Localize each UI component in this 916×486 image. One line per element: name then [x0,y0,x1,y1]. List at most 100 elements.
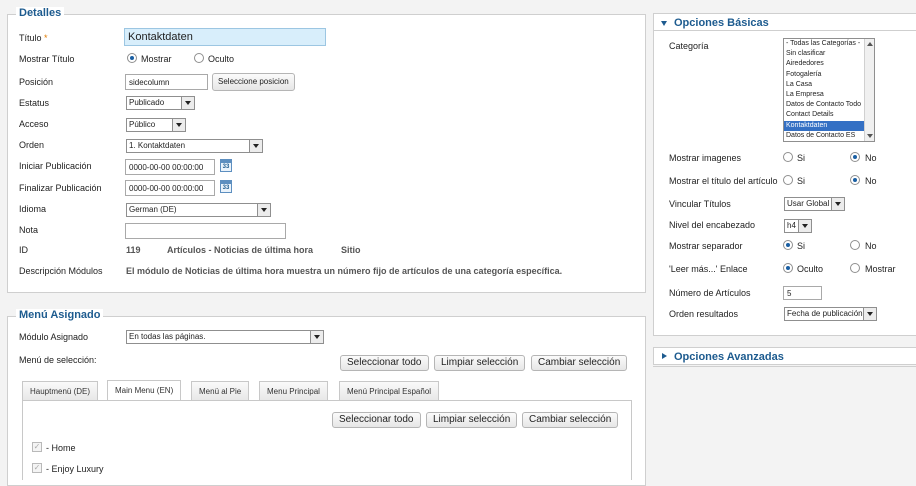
module-client: Sitio [341,245,361,255]
readmore-radio-hide[interactable] [783,263,793,273]
calendar-icon[interactable]: 33 [220,159,232,172]
category-option[interactable]: Airededores [784,59,874,69]
article-count-label: Número de Artículos [669,288,751,298]
menu-item-checkbox[interactable]: ✓ [32,442,42,452]
show-images-radio-yes[interactable] [783,152,793,162]
article-count-input[interactable]: 5 [783,286,822,300]
menu-item-checkbox[interactable]: ✓ [32,463,42,473]
category-option[interactable]: Fotogalería [784,70,874,80]
category-listbox[interactable]: - Todas las Categorías - Sin clasificar … [783,38,875,142]
show-separator-radio-yes[interactable] [783,240,793,250]
category-option[interactable]: - Todas las Categorías - [784,39,874,49]
show-separator-radio-no[interactable] [850,240,860,250]
basic-options-heading[interactable]: Opciones Básicas [653,13,916,31]
show-images-radio-no[interactable] [850,152,860,162]
show-title-label: Mostrar Título [19,54,75,64]
toggle-selection-button[interactable]: Cambiar selección [531,355,628,371]
readmore-label: 'Leer más...' Enlace [669,264,748,274]
show-separator-label: Mostrar separador [669,241,743,251]
tab-hauptmenu[interactable]: Hauptmenü (DE) [22,381,99,400]
category-option[interactable]: Datos de Contacto Todo [784,100,874,110]
category-option[interactable]: La Casa [784,80,874,90]
show-separator-option-yes: Si [797,241,806,251]
note-input[interactable] [125,223,286,239]
tab-menu-principal[interactable]: Menu Principal [259,381,328,400]
publish-down-input[interactable]: 0000-00-00 00:00:00 [125,180,215,196]
category-option[interactable]: Datos de Contacto ES [784,131,874,141]
readmore-option-show: Mostrar [865,264,896,274]
tab-clear-selection-button[interactable]: Limpiar selección [426,412,518,428]
title-input[interactable]: Kontaktdaten [124,28,326,46]
language-value: German (DE) [129,205,177,214]
ordering-value: Fecha de publicación [787,309,863,318]
publish-up-input[interactable]: 0000-00-00 00:00:00 [125,159,215,175]
chevron-down-icon [172,119,185,131]
order-select[interactable]: 1. Kontaktdaten [126,139,263,153]
module-type: Artículos - Noticias de última hora [167,245,314,255]
show-title-option-show: Mostrar [141,54,172,64]
menu-item-label: - Enjoy Luxury [46,464,104,474]
category-option[interactable]: Sin clasificar [784,49,874,59]
assigned-label: Módulo Asignado [19,332,89,342]
assigned-value: En todas las páginas. [129,332,206,341]
clear-selection-button[interactable]: Limpiar selección [434,355,526,371]
show-article-title-radio-yes[interactable] [783,175,793,185]
select-all-button[interactable]: Seleccionar todo [340,355,429,371]
note-label: Nota [19,225,39,235]
category-option[interactable]: La Empresa [784,90,874,100]
link-titles-value: Usar Global [787,199,830,208]
tab-menu-principal-espanol[interactable]: Menú Principal Español [339,381,440,400]
link-titles-label: Vincular Títulos [669,199,731,209]
status-value: Publicado [129,98,165,107]
details-fieldset [7,14,646,293]
header-level-label: Nivel del encabezado [669,220,756,230]
access-select[interactable]: Público [126,118,186,132]
show-article-title-label: Mostrar el título del artículo [669,176,778,186]
description-value: El módulo de Noticias de última hora mue… [126,266,563,276]
show-images-option-yes: Si [797,153,806,163]
tab-toggle-selection-button[interactable]: Cambiar selección [522,412,619,428]
menu-assignment-legend: Menú Asignado [16,309,104,321]
publish-down-label: Finalizar Publicación [19,183,102,193]
link-titles-select[interactable]: Usar Global [784,197,845,211]
show-images-option-no: No [865,153,877,163]
listbox-scrollbar[interactable] [864,39,874,141]
description-label: Descripción Módulos [19,266,103,276]
tab-main-menu[interactable]: Main Menu (EN) [107,380,182,400]
status-select[interactable]: Publicado [126,96,195,110]
show-title-radio-hide[interactable] [194,53,204,63]
publish-up-label: Iniciar Publicación [19,161,92,171]
required-marker: * [44,33,48,43]
show-article-title-option-yes: Si [797,176,806,186]
chevron-down-icon [310,331,323,343]
category-option-selected[interactable]: Kontaktdaten [784,120,874,131]
tab-menu-al-pie[interactable]: Menü al Pie [191,381,250,400]
tab-select-all-button[interactable]: Seleccionar todo [332,412,421,428]
id-value: 119 [126,245,141,255]
show-separator-option-no: No [865,241,877,251]
details-legend: Detalles [16,7,65,19]
position-input[interactable]: sidecolumn [125,74,208,90]
language-select[interactable]: German (DE) [126,203,271,217]
language-label: Idioma [19,204,47,214]
scroll-up-icon[interactable] [867,42,873,46]
menu-selection-label: Menú de selección: [19,355,97,365]
show-article-title-radio-no[interactable] [850,175,860,185]
access-label: Acceso [19,119,49,129]
advanced-options-heading[interactable]: Opciones Avanzadas [653,347,916,365]
expanded-arrow-icon [661,21,667,26]
calendar-icon[interactable]: 33 [220,180,232,193]
category-option[interactable]: Contact Details [784,110,874,120]
ordering-select[interactable]: Fecha de publicación [784,307,877,321]
assigned-select[interactable]: En todas las páginas. [126,330,324,344]
readmore-radio-show[interactable] [850,263,860,273]
select-position-button[interactable]: Seleccione posicion [212,73,295,91]
chevron-down-icon [798,220,811,232]
scroll-down-icon[interactable] [867,134,873,138]
chevron-down-icon [863,308,876,320]
show-title-radio-show[interactable] [127,53,137,63]
header-level-value: h4 [787,221,796,230]
show-images-label: Mostrar imagenes [669,153,742,163]
readmore-option-hide: Oculto [797,264,824,274]
header-level-select[interactable]: h4 [784,219,812,233]
